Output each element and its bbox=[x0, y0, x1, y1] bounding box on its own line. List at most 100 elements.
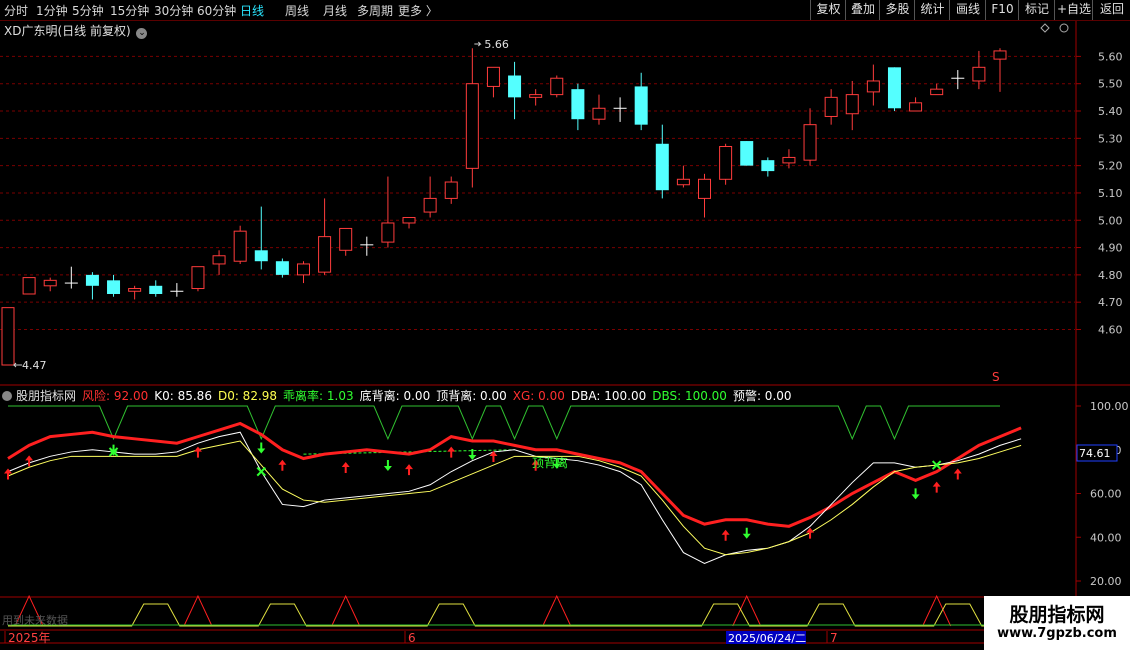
period-tab-4[interactable]: 30分钟 bbox=[154, 2, 193, 19]
buy-arrow-9 bbox=[721, 529, 730, 541]
brand-name: 股朋指标网 bbox=[1009, 604, 1105, 626]
buy-arrow-1 bbox=[25, 455, 34, 467]
candle-2 bbox=[43, 277, 57, 292]
candle-35 bbox=[740, 141, 754, 166]
date-month-label-1: 7 bbox=[830, 631, 838, 645]
period-tab-8[interactable]: 月线 bbox=[323, 2, 347, 19]
toolbar-button-6[interactable]: 标记 bbox=[1018, 0, 1055, 20]
chevron-down-icon[interactable]: ⌄ bbox=[136, 28, 148, 39]
toolbar-button-7[interactable]: +自选 bbox=[1054, 0, 1093, 20]
candle-45 bbox=[951, 70, 965, 90]
ind-tick-label-1: 40.00 bbox=[1090, 531, 1122, 544]
candle-body-11 bbox=[233, 230, 247, 262]
gear-icon[interactable] bbox=[2, 391, 12, 401]
candle-40 bbox=[845, 80, 859, 131]
strip-red-peak-3 bbox=[542, 594, 572, 627]
candle-body-33 bbox=[698, 178, 712, 199]
candle-16 bbox=[339, 227, 353, 256]
candle-30 bbox=[634, 72, 648, 131]
candle-9 bbox=[191, 266, 205, 292]
candle-body-10 bbox=[212, 255, 226, 265]
candle-body-19 bbox=[402, 217, 416, 224]
candle-body-0 bbox=[1, 307, 15, 366]
candle-body-39 bbox=[824, 96, 838, 117]
candle-body-7 bbox=[149, 285, 163, 294]
cross-marker-1 bbox=[256, 466, 266, 477]
price-tick-label-0: 4.60 bbox=[1098, 323, 1123, 336]
candle-body-5 bbox=[107, 280, 121, 294]
indicator-series-k bbox=[7, 431, 1022, 565]
candle-44 bbox=[930, 83, 944, 96]
candle-body-38 bbox=[803, 124, 817, 161]
period-tab-7[interactable]: 周线 bbox=[285, 2, 309, 19]
toolbar-button-5[interactable]: F10 bbox=[985, 0, 1019, 20]
candle-body-36 bbox=[761, 160, 775, 172]
candle-body-14 bbox=[296, 263, 310, 276]
candle-6 bbox=[128, 285, 142, 300]
dbs-band-line bbox=[8, 405, 1000, 441]
candle-41 bbox=[866, 64, 880, 106]
period-tab-10[interactable]: 更多 〉 bbox=[398, 2, 438, 19]
price-tick-label-4: 5.00 bbox=[1098, 214, 1123, 227]
indicator-readout-3: 乖离率: 1.03 bbox=[283, 389, 354, 403]
period-tab-6[interactable]: 日线 bbox=[240, 2, 264, 19]
date-month-label-0: 6 bbox=[408, 631, 416, 645]
sell-arrow-6 bbox=[911, 488, 920, 500]
indicator-name: 股朋指标网 bbox=[16, 389, 77, 403]
candle-body-12 bbox=[254, 250, 268, 262]
period-tab-3[interactable]: 15分钟 bbox=[110, 2, 149, 19]
toolbar-button-2[interactable]: 多股 bbox=[879, 0, 915, 20]
candle-36 bbox=[761, 157, 775, 177]
candle-28 bbox=[592, 94, 606, 125]
buy-arrow-12 bbox=[953, 468, 962, 480]
price-tick-label-6: 5.20 bbox=[1098, 160, 1123, 173]
toolbar-button-4[interactable]: 画线 bbox=[949, 0, 986, 20]
price-tick-label-3: 4.90 bbox=[1098, 242, 1123, 255]
candle-10 bbox=[212, 250, 226, 275]
strip-yellow-plateaus bbox=[8, 603, 1000, 627]
candle-43 bbox=[909, 97, 923, 112]
candle-body-9 bbox=[191, 266, 205, 290]
period-tab-5[interactable]: 60分钟 bbox=[197, 2, 236, 19]
toolbar-button-0[interactable]: 复权 bbox=[810, 0, 846, 20]
top-divergence-annotation: 顶背离 bbox=[532, 455, 568, 470]
candle-31 bbox=[655, 124, 669, 199]
settings-circle-icon bbox=[1059, 23, 1069, 33]
period-tab-1[interactable]: 1分钟 bbox=[36, 2, 68, 19]
period-tab-9[interactable]: 多周期 bbox=[357, 2, 393, 19]
candle-body-30 bbox=[634, 86, 648, 125]
indicator-series-d bbox=[7, 440, 1022, 556]
candle-body-26 bbox=[550, 77, 564, 96]
ind-tick-label-0: 20.00 bbox=[1090, 575, 1122, 588]
candle-23 bbox=[486, 66, 500, 98]
candle-4 bbox=[85, 272, 99, 300]
period-tab-0[interactable]: 分时 bbox=[4, 2, 28, 19]
indicator-readout-1: K0: 85.86 bbox=[154, 389, 212, 403]
candle-body-6 bbox=[128, 288, 142, 292]
price-tick-label-10: 5.60 bbox=[1098, 50, 1123, 63]
candle-body-15 bbox=[318, 236, 332, 273]
low-marker-arrow bbox=[12, 362, 22, 368]
candle-body-44 bbox=[930, 88, 944, 96]
candle-18 bbox=[381, 176, 395, 248]
candle-body-27 bbox=[571, 89, 585, 120]
chart-area: 4.60 4.70 4.80 4.90 5.00 5.10 5.20 5.30 5.40 5.50… bbox=[0, 21, 1130, 645]
indicator-readout-2: D0: 82.98 bbox=[217, 389, 278, 403]
candle-42 bbox=[887, 67, 901, 112]
period-tab-2[interactable]: 5分钟 bbox=[72, 2, 104, 19]
candle-body-22 bbox=[465, 83, 479, 169]
candle-26 bbox=[550, 75, 564, 98]
toolbar-button-1[interactable]: 叠加 bbox=[845, 0, 880, 20]
candle-body-37 bbox=[782, 156, 796, 164]
toolbar-button-8[interactable]: 返回 bbox=[1092, 0, 1130, 20]
candle-12 bbox=[254, 206, 268, 270]
candle-body-16 bbox=[339, 227, 353, 251]
date-year-label: 2025年 bbox=[8, 631, 51, 645]
toolbar-button-3[interactable]: 统计 bbox=[914, 0, 950, 20]
candle-32 bbox=[676, 165, 690, 188]
candle-27 bbox=[571, 83, 585, 131]
candle-body-34 bbox=[719, 146, 733, 180]
price-tick-label-2: 4.80 bbox=[1098, 269, 1123, 282]
ind-tick-label-4: 100.00 bbox=[1090, 400, 1129, 413]
buy-arrow-10 bbox=[806, 527, 815, 539]
